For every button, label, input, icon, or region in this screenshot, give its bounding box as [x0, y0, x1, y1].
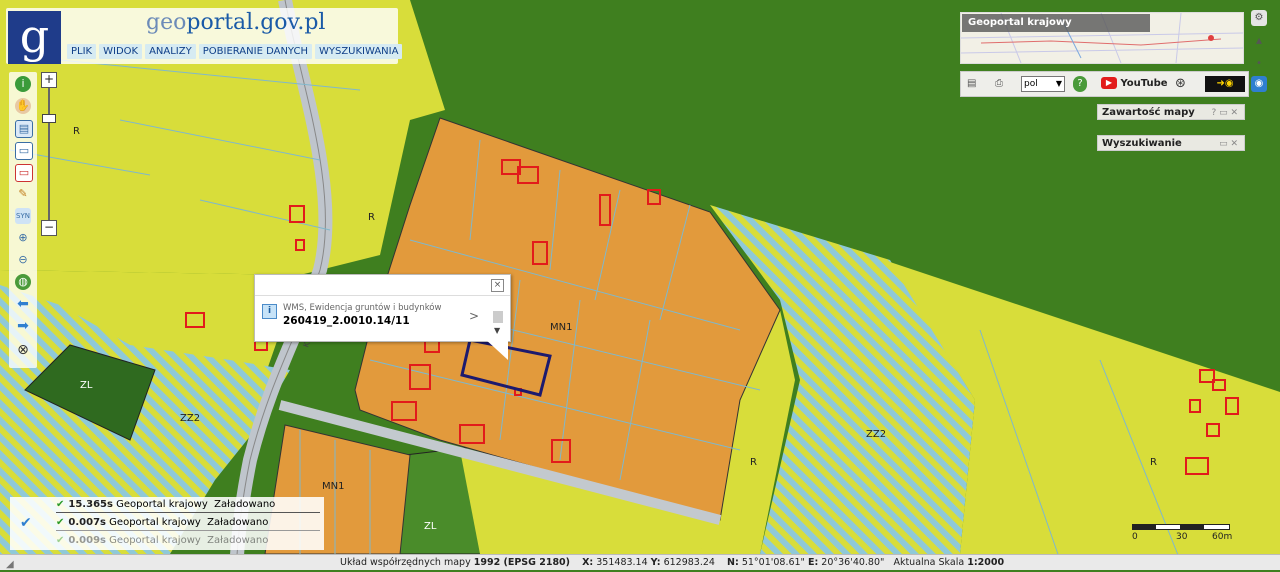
check-icon: ✔: [56, 499, 65, 510]
youtube-link[interactable]: ▶ YouTube: [1101, 76, 1168, 92]
help-icon[interactable]: ?: [1073, 76, 1087, 92]
menu-pobieranie-danych[interactable]: POBIERANIE DANYCH: [198, 44, 312, 59]
chevron-right-icon[interactable]: >: [469, 309, 479, 323]
scroll-thumb[interactable]: [493, 311, 503, 323]
feature-info-popup: × i WMS, Ewidencja gruntów i budynków 26…: [254, 274, 511, 342]
scroll-down-icon[interactable]: ▼: [494, 326, 500, 335]
menu-widok[interactable]: WIDOK: [99, 44, 143, 59]
overview-title: Geoportal krajowy: [962, 14, 1150, 32]
info-icon: i: [262, 304, 277, 319]
zoom-slider[interactable]: + −: [41, 72, 57, 236]
map-label-zl: ZL: [424, 521, 437, 532]
map-label-r: R: [73, 126, 80, 137]
popup-pointer: [484, 338, 508, 360]
panel-title: Zawartość mapy: [1102, 107, 1195, 118]
log-row: ✔ 0.007s Geoportal krajowy Załadowano: [56, 517, 269, 528]
panel-zawartosc-mapy[interactable]: Zawartość mapy ? ▭ ✕: [1097, 104, 1245, 120]
select-rectangle-icon[interactable]: ▭: [15, 142, 33, 160]
print-icon[interactable]: ⎙: [995, 76, 1003, 92]
pencil-icon[interactable]: ✎: [15, 186, 31, 202]
panel-wyszukiwanie[interactable]: Wyszukiwanie ▭ ✕: [1097, 135, 1245, 151]
log-divider: [56, 530, 320, 531]
chevron-down-icon: ▼: [1055, 79, 1062, 88]
site-title-rest: portal.gov.pl: [186, 10, 326, 35]
site-title: geoportal.gov.pl: [146, 10, 325, 35]
zoom-plus-button[interactable]: +: [41, 72, 57, 88]
expand-up-icon[interactable]: ▴: [1251, 32, 1267, 48]
table-icon[interactable]: ▤: [967, 76, 976, 92]
zoom-in-icon[interactable]: ⊕: [15, 230, 31, 246]
scale-bar-segment: [1180, 525, 1204, 529]
scale-bar: 0 30 60m: [1132, 522, 1233, 546]
info-icon[interactable]: i: [15, 76, 31, 92]
play-icon: ▶: [1101, 77, 1117, 89]
load-log: ✔ ✔ 15.365s Geoportal krajowy Załadowano …: [10, 497, 324, 550]
zoom-minus-button[interactable]: −: [41, 220, 57, 236]
compass-icon[interactable]: ⊗: [15, 342, 31, 358]
globe-icon[interactable]: ◍: [15, 274, 31, 290]
menu-plik[interactable]: PLIK: [67, 44, 97, 59]
menu-wyszukiwania[interactable]: WYSZUKIWANIA: [314, 44, 403, 59]
log-divider: [56, 512, 320, 513]
site-title-prefix: geo: [146, 10, 187, 35]
map-label-zl: ZL: [80, 380, 93, 391]
right-toolbar: ⚙ ▴ • ◉: [1245, 10, 1273, 96]
language-select[interactable]: pol ▼: [1021, 76, 1065, 92]
zoom-handle[interactable]: [42, 114, 56, 123]
check-icon: ✔: [56, 535, 65, 546]
left-toolbar: i ✋ ▤ ▭ ▭ ✎ SYN ⊕ ⊖ ◍ ⬅ ➡ ⊗: [9, 72, 37, 368]
status-bar: ◢ Układ współrzędnych mapy 1992 (EPSG 21…: [0, 554, 1280, 570]
geoportal-logo[interactable]: g: [8, 11, 61, 64]
table-icon[interactable]: ▤: [15, 120, 33, 138]
main-menu: PLIK WIDOK ANALIZY POBIERANIE DANYCH WYS…: [67, 44, 405, 59]
forward-arrow-icon[interactable]: ➡: [15, 318, 31, 334]
youtube-label: YouTube: [1120, 78, 1168, 89]
popup-parcel-id[interactable]: 260419_2.0010.14/11: [283, 315, 410, 327]
map-label-mn1: MN1: [322, 481, 344, 492]
eye-icon[interactable]: ◉: [1251, 76, 1267, 92]
scale-label: 60m: [1212, 532, 1233, 542]
popup-scrollbar[interactable]: ▼: [493, 308, 503, 338]
scale-label: 30: [1176, 532, 1188, 542]
map-label-r: R: [750, 457, 757, 468]
resize-handle-icon[interactable]: ◢: [6, 557, 14, 572]
dot-icon[interactable]: •: [1251, 56, 1267, 72]
map-label-mn1: MN1: [550, 322, 572, 333]
panel-title: Wyszukiwanie: [1102, 138, 1182, 149]
map-label-r: R: [1150, 457, 1157, 468]
back-arrow-icon[interactable]: ⬅: [15, 296, 31, 312]
check-icon: ✔: [56, 517, 65, 528]
close-icon[interactable]: ×: [491, 279, 504, 292]
top-toolstrip: ▤ ⎙ pol ▼ ? ▶ YouTube ⊛ ➜◉: [960, 71, 1249, 97]
popup-divider: [255, 295, 510, 296]
map-label-r: R: [368, 212, 375, 223]
panel-controls-icon[interactable]: ? ▭ ✕: [1211, 105, 1238, 121]
zoom-out-icon[interactable]: ⊖: [15, 252, 31, 268]
panel-controls-icon[interactable]: ▭ ✕: [1219, 136, 1238, 152]
sync-icon[interactable]: SYN: [15, 208, 31, 224]
settings-gears-icon[interactable]: ⚙: [1251, 10, 1267, 26]
log-row: ✔ 15.365s Geoportal krajowy Załadowano: [56, 499, 276, 510]
contrast-toggle-icon[interactable]: ➜◉: [1205, 76, 1245, 92]
coordinates-readout: Układ współrzędnych mapy 1992 (EPSG 2180…: [340, 557, 1005, 568]
scale-label: 0: [1132, 532, 1138, 542]
pan-hand-icon[interactable]: ✋: [15, 98, 31, 114]
log-row: ✔ 0.009s Geoportal krajowy Załadowano: [56, 535, 269, 546]
popup-layer-name: WMS, Ewidencja gruntów i budynków: [283, 303, 442, 313]
accessibility-icon[interactable]: ⊛: [1175, 76, 1186, 92]
check-icon: ✔: [20, 515, 32, 531]
zoom-track: [48, 88, 50, 220]
map-label-zz2: ZZ2: [180, 413, 200, 424]
clear-selection-icon[interactable]: ▭: [15, 164, 33, 182]
map-label-zz2: ZZ2: [866, 429, 886, 440]
menu-analizy[interactable]: ANALIZY: [145, 44, 196, 59]
scale-bar-segment: [1132, 525, 1156, 529]
language-value: pol: [1024, 79, 1038, 89]
